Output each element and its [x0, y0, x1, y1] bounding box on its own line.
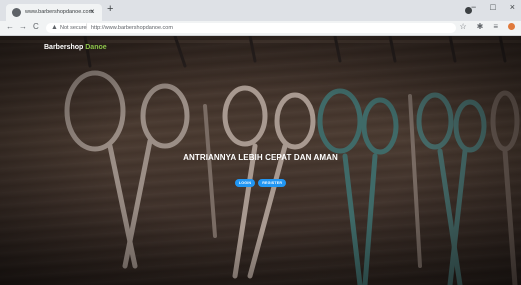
tab-close-icon[interactable]: ×: [90, 7, 95, 16]
hero-buttons: LOGIN REGISTER: [0, 179, 521, 187]
tab-strip: www.barbershopdanoe.com × + − □ ×: [0, 0, 521, 21]
warning-icon[interactable]: ▲: [51, 24, 58, 31]
url-separator: |: [86, 24, 88, 30]
browser-toolbar: ← → C ▲ Not secure | http://www.barbersh…: [0, 21, 521, 36]
reload-button[interactable]: C: [33, 22, 39, 31]
login-button[interactable]: LOGIN: [234, 179, 256, 187]
new-tab-button[interactable]: +: [107, 3, 113, 15]
favicon-icon: [12, 8, 21, 17]
url-text[interactable]: http://www.barbershopdanoe.com: [91, 25, 173, 31]
back-button[interactable]: ←: [6, 22, 14, 31]
register-button[interactable]: REGISTER: [258, 179, 287, 187]
brand-accent: Danoe: [85, 44, 107, 51]
tab-title: www.barbershopdanoe.com: [25, 9, 94, 15]
page-viewport: Barbershop Danoe ANTRIANNYA LEBIH CEPAT …: [0, 36, 521, 285]
minimize-button[interactable]: −: [471, 2, 476, 12]
address-bar[interactable]: ▲ Not secure | http://www.barbershopdano…: [46, 23, 456, 33]
browser-window: www.barbershopdanoe.com × + − □ × ← → C …: [0, 0, 521, 285]
menu-icon[interactable]: ≡: [493, 22, 498, 31]
close-window-button[interactable]: ×: [510, 2, 515, 12]
hero-title: ANTRIANNYA LEBIH CEPAT DAN AMAN: [183, 153, 338, 162]
security-label[interactable]: Not secure: [60, 25, 87, 31]
browser-tab[interactable]: www.barbershopdanoe.com ×: [6, 4, 102, 21]
profile-avatar-icon[interactable]: [508, 23, 515, 30]
maximize-button[interactable]: □: [490, 2, 495, 12]
site-brand[interactable]: Barbershop Danoe: [44, 44, 107, 51]
window-controls: − □ ×: [471, 2, 515, 12]
toolbar-icons: ☆ ✱ ≡: [459, 22, 515, 31]
star-icon[interactable]: ☆: [459, 22, 466, 31]
brand-name: Barbershop: [44, 44, 84, 51]
extension-icon[interactable]: ✱: [477, 22, 484, 31]
forward-button[interactable]: →: [19, 22, 27, 31]
